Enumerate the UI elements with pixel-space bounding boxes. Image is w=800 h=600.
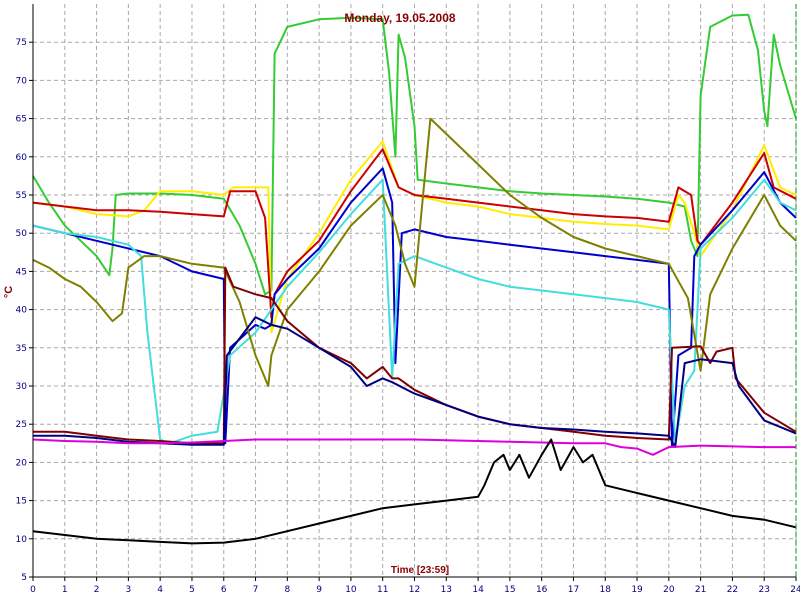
x-tick-label: 5 — [189, 585, 195, 595]
x-tick-label: 14 — [472, 585, 484, 595]
y-tick-label: 40 — [16, 306, 28, 316]
y-tick-label: 45 — [16, 267, 27, 277]
x-tick-label: 3 — [126, 585, 132, 595]
x-tick-label: 7 — [253, 585, 259, 595]
y-tick-label: 30 — [16, 382, 28, 392]
x-tick-label: 15 — [504, 585, 515, 595]
x-tick-label: 9 — [316, 585, 322, 595]
x-tick-label: 18 — [600, 585, 612, 595]
x-tick-label: 11 — [377, 585, 388, 595]
x-tick-label: 17 — [568, 585, 579, 595]
x-tick-label: 24 — [790, 585, 800, 595]
x-tick-label: 19 — [631, 585, 643, 595]
y-tick-label: 65 — [16, 115, 27, 125]
x-tick-label: 20 — [663, 585, 675, 595]
x-tick-label: 2 — [94, 585, 100, 595]
y-tick-label: 50 — [16, 229, 28, 239]
chart-title: Monday, 19.05.2008 — [344, 11, 455, 25]
y-tick-label: 70 — [16, 76, 28, 86]
x-tick-label: 10 — [345, 585, 357, 595]
y-tick-label: 5 — [21, 573, 27, 583]
y-tick-label: 55 — [16, 191, 27, 201]
y-tick-label: 75 — [16, 38, 27, 48]
x-tick-label: 1 — [62, 585, 68, 595]
x-tick-label: 16 — [536, 585, 548, 595]
y-tick-label: 10 — [16, 535, 28, 545]
x-tick-label: 21 — [695, 585, 706, 595]
x-tick-label: 13 — [441, 585, 452, 595]
temperature-chart: 0 1 2 3 4 5 6 7 8 9 10 11 12 13 14 15 16 17 18 19 20 21 22 23 24… — [0, 0, 800, 600]
x-tick-label: 4 — [157, 585, 163, 595]
x-axis-label: Time [23:59] — [391, 565, 449, 576]
plot-background — [0, 0, 800, 600]
y-tick-label: 25 — [16, 420, 27, 430]
y-tick-label: 35 — [16, 344, 27, 354]
y-tick-label: 20 — [16, 458, 28, 468]
x-tick-label: 22 — [727, 585, 738, 595]
x-tick-label: 12 — [409, 585, 420, 595]
y-axis-label: °C — [3, 286, 15, 298]
y-tick-label: 15 — [16, 497, 27, 507]
y-tick-label: 60 — [16, 153, 28, 163]
x-tick-label: 0 — [30, 585, 36, 595]
x-tick-label: 8 — [284, 585, 290, 595]
x-tick-label: 23 — [758, 585, 769, 595]
x-tick-label: 6 — [221, 585, 227, 595]
